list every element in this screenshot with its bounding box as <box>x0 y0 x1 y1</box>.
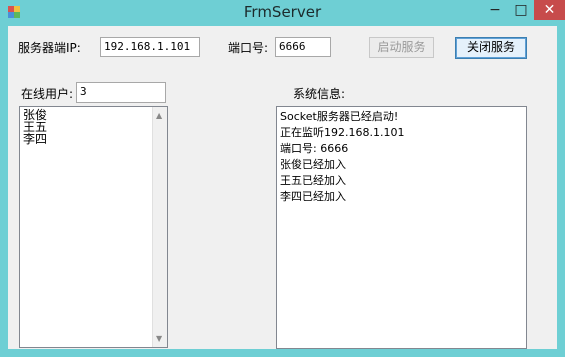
port-input[interactable]: 6666 <box>275 37 331 57</box>
online-users-list[interactable]: 张俊 王五 李四 ▲ ▼ <box>19 106 168 348</box>
system-info-textarea[interactable]: Socket服务器已经启动! 正在监听192.168.1.101 端口号: 6666… <box>276 106 527 349</box>
client-area: 服务器端IP: 192.168.1.101 端口号: 6666 启动服务 关闭服… <box>8 26 557 349</box>
server-ip-label: 服务器端IP: <box>18 41 81 55</box>
log-line: 正在监听192.168.1.101 <box>280 126 405 139</box>
log-line: 李四已经加入 <box>280 190 346 203</box>
start-service-button[interactable]: 启动服务 <box>369 37 434 58</box>
server-ip-input[interactable]: 192.168.1.101 <box>100 37 200 57</box>
system-info-label: 系统信息: <box>293 87 346 101</box>
log-line: Socket服务器已经启动! <box>280 110 399 123</box>
stop-service-button[interactable]: 关闭服务 <box>455 37 527 59</box>
chevron-up-icon[interactable]: ▲ <box>156 111 162 120</box>
close-button[interactable]: ✕ <box>534 0 565 20</box>
user-list-item[interactable]: 李四 <box>20 133 167 145</box>
log-line: 端口号: 6666 <box>280 142 349 155</box>
frm-server-window: FrmServer − □ ✕ 服务器端IP: 192.168.1.101 端口… <box>0 0 565 357</box>
title-bar[interactable]: FrmServer − □ ✕ <box>0 0 565 26</box>
online-users-count[interactable]: 3 <box>76 82 166 103</box>
port-label: 端口号: <box>228 41 269 55</box>
window-title: FrmServer <box>243 3 322 21</box>
log-line: 张俊已经加入 <box>280 158 346 171</box>
chevron-down-icon[interactable]: ▼ <box>156 334 162 343</box>
log-line: 王五已经加入 <box>280 174 346 187</box>
users-scrollbar[interactable]: ▲ ▼ <box>152 107 167 347</box>
minimize-button[interactable]: − <box>482 0 508 20</box>
maximize-button[interactable]: □ <box>508 0 534 20</box>
online-users-label: 在线用户: <box>21 87 74 101</box>
